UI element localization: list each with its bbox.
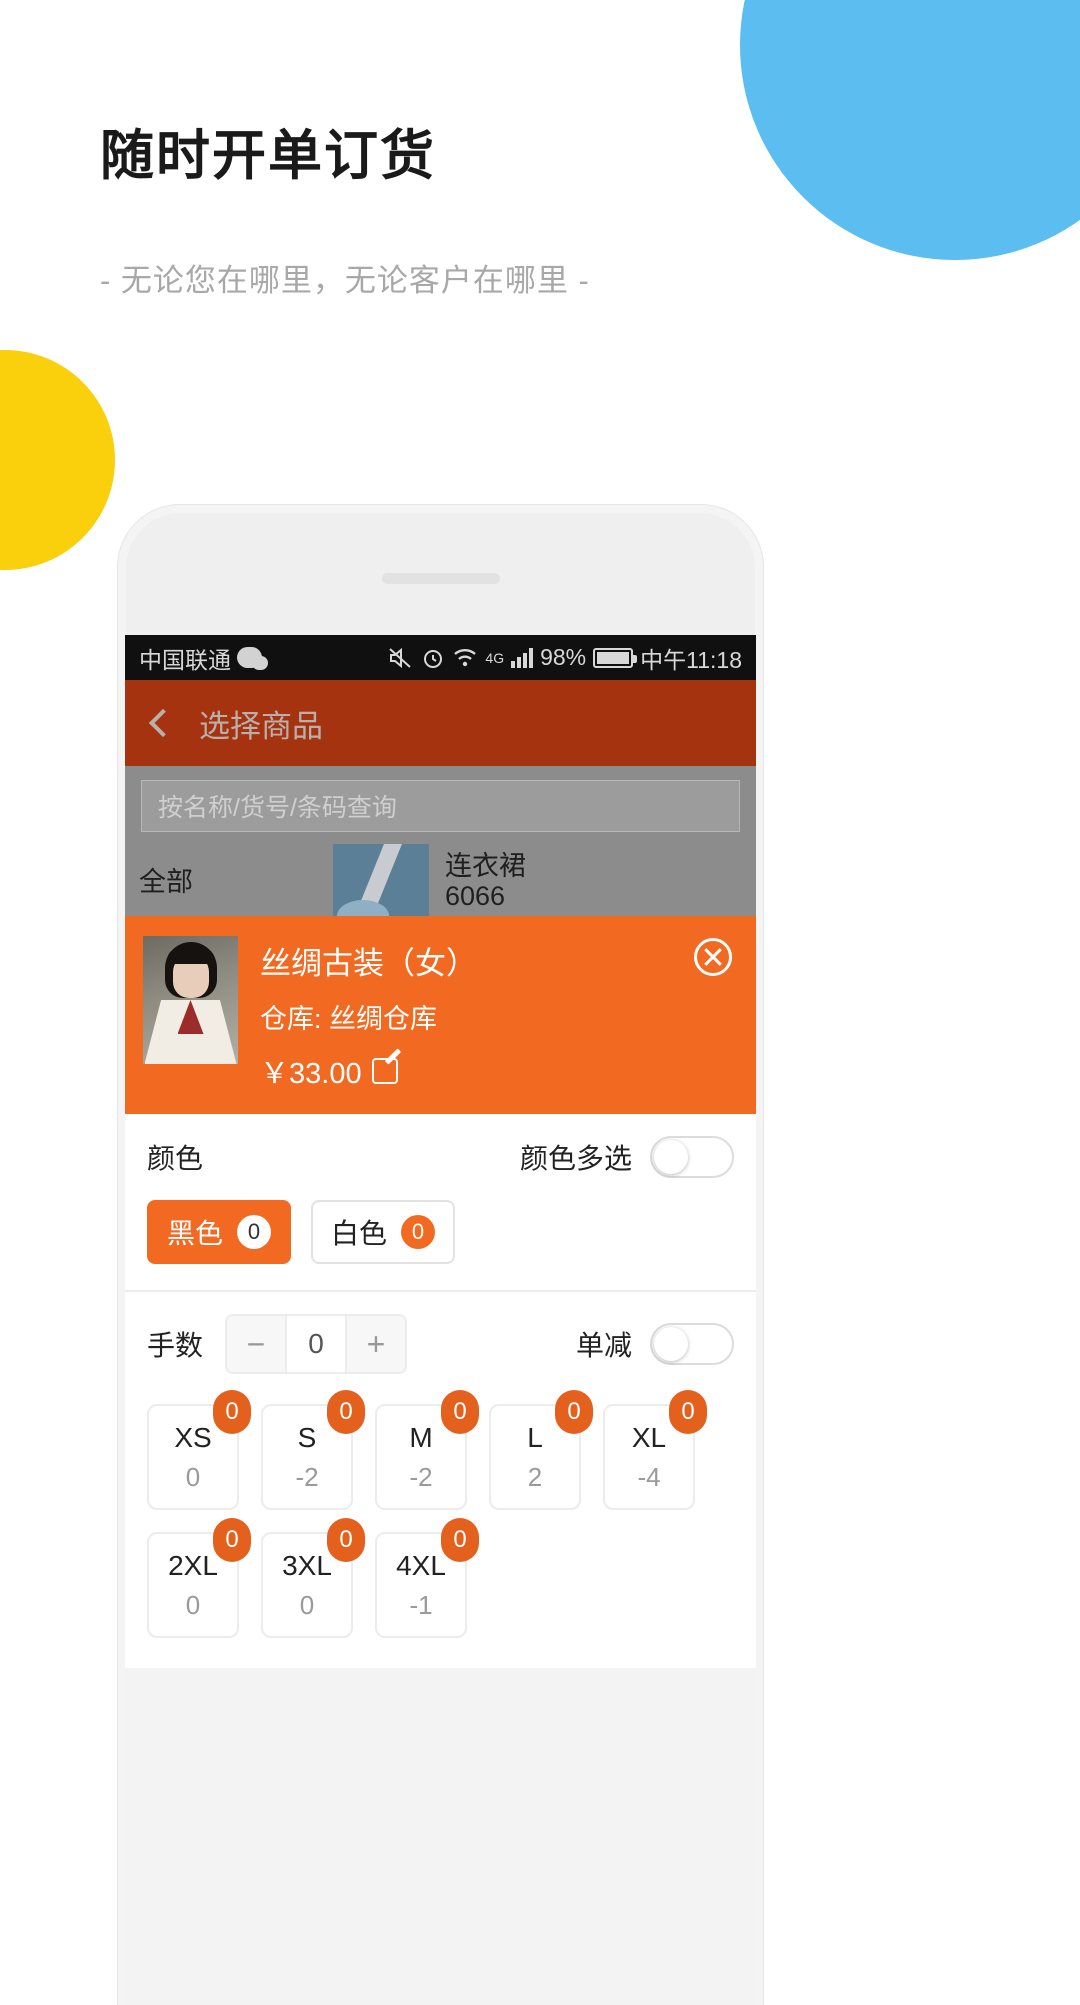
page-subheadline: - 无论您在哪里，无论客户在哪里 - <box>100 263 590 298</box>
clock-label: 中午11:18 <box>640 646 742 673</box>
product-list-strip: 全部 连衣裙 6066 <box>125 844 756 916</box>
product-name: 连衣裙 <box>445 851 526 881</box>
size-stock: 2 <box>527 1461 543 1492</box>
chevron-left-icon[interactable] <box>148 708 178 738</box>
search-placeholder: 按名称/货号/条码查询 <box>158 794 397 822</box>
color-multiselect-control: 颜色多选 <box>520 1136 734 1178</box>
status-bar: 中国联通 4G 98% 中午11:18 <box>125 635 756 680</box>
size-badge: 0 <box>669 1390 707 1434</box>
size-stock: -4 <box>637 1461 661 1492</box>
signal-bars-icon <box>511 647 534 668</box>
single-decrement-control: 单减 <box>576 1323 734 1365</box>
size-name: 3XL <box>282 1549 332 1581</box>
battery-icon <box>593 647 638 668</box>
color-header-row: 颜色 颜色多选 <box>125 1114 756 1186</box>
size-name: 4XL <box>396 1549 446 1581</box>
decorative-yellow-circle <box>0 350 115 570</box>
quantity-row: 手数 − 0 + 单减 <box>125 1292 756 1392</box>
pencil-icon[interactable] <box>371 1058 398 1084</box>
quantity-stepper: − 0 + <box>225 1314 408 1374</box>
size-name: M <box>409 1421 433 1453</box>
selected-product-info: 丝绸古装（女） 仓库: 丝绸仓库 ￥33.00 <box>260 936 738 1092</box>
single-decrement-label: 单减 <box>575 1330 632 1361</box>
color-label: 颜色 <box>147 1143 204 1174</box>
size-panel: 手数 − 0 + 单减 XS 0 0 S -2 0 M -2 0 L 2 0 X… <box>125 1290 756 1668</box>
selected-product-card[interactable]: 丝绸古装（女） 仓库: 丝绸仓库 ￥33.00 <box>125 916 756 1114</box>
size-stock: 0 <box>299 1589 315 1620</box>
size-stock: 0 <box>185 1461 201 1492</box>
color-panel: 颜色 颜色多选 黑色 0 白色 0 <box>125 1114 756 1290</box>
selected-product-price: ￥33.00 <box>260 1058 362 1090</box>
phone-mockup: 中国联通 4G 98% 中午11:18 选择商品 按名称/货号/条码查询 全部 … <box>118 505 763 2005</box>
size-stock: -1 <box>409 1589 433 1620</box>
network-type-label: 4G <box>485 649 505 666</box>
color-options: 黑色 0 白色 0 <box>125 1186 756 1290</box>
size-name: 2XL <box>168 1549 218 1581</box>
wechat-icon <box>237 647 268 670</box>
size-cell-xl[interactable]: XL -4 0 <box>603 1390 707 1510</box>
battery-percent-label: 98% <box>540 644 587 670</box>
status-bar-left: 中国联通 <box>139 641 268 675</box>
app-header: 选择商品 <box>125 680 756 766</box>
quantity-decrement-button[interactable]: − <box>227 1316 286 1372</box>
search-area: 按名称/货号/条码查询 <box>125 766 756 844</box>
size-cell-s[interactable]: S -2 0 <box>261 1390 365 1510</box>
category-item-all[interactable]: 全部 <box>125 844 333 916</box>
color-option-count: 0 <box>237 1215 272 1249</box>
selected-product-image <box>143 936 238 1064</box>
status-bar-right: 4G 98% 中午11:18 <box>388 641 742 675</box>
wifi-icon <box>452 647 478 669</box>
color-multiselect-label: 颜色多选 <box>519 1143 632 1174</box>
quantity-increment-button[interactable]: + <box>347 1316 406 1372</box>
size-badge: 0 <box>327 1390 365 1434</box>
quantity-value[interactable]: 0 <box>285 1316 348 1372</box>
size-badge: 0 <box>441 1518 479 1562</box>
close-circle-icon[interactable] <box>694 938 732 976</box>
color-option-white[interactable]: 白色 0 <box>311 1200 456 1264</box>
size-name: S <box>297 1421 317 1453</box>
selected-product-price-row: ￥33.00 <box>260 1050 738 1092</box>
size-cell-l[interactable]: L 2 0 <box>489 1390 593 1510</box>
carrier-label: 中国联通 <box>139 646 231 673</box>
single-decrement-toggle[interactable] <box>650 1323 734 1365</box>
mute-icon <box>388 647 414 669</box>
selected-product-warehouse: 仓库: 丝绸仓库 <box>260 1004 438 1034</box>
alarm-icon <box>421 646 445 670</box>
decorative-blue-circle <box>740 0 1080 260</box>
size-badge: 0 <box>213 1390 251 1434</box>
color-multiselect-toggle[interactable] <box>650 1136 734 1178</box>
page-headline: 随时开单订货 <box>100 126 436 186</box>
size-stock: 0 <box>185 1589 201 1620</box>
size-name: XL <box>631 1421 667 1453</box>
color-option-black[interactable]: 黑色 0 <box>147 1200 292 1264</box>
page-title: 选择商品 <box>199 708 323 744</box>
size-badge: 0 <box>441 1390 479 1434</box>
phone-speaker <box>381 573 500 584</box>
size-stock: -2 <box>409 1461 433 1492</box>
color-option-count: 0 <box>401 1215 436 1249</box>
size-cell-2xl[interactable]: 2XL 0 0 <box>147 1518 251 1638</box>
size-badge: 0 <box>555 1390 593 1434</box>
color-option-label: 黑色 <box>167 1218 224 1249</box>
quantity-label: 手数 <box>147 1330 204 1361</box>
size-cell-m[interactable]: M -2 0 <box>375 1390 479 1510</box>
size-stock: -2 <box>295 1461 319 1492</box>
size-name: L <box>527 1421 543 1453</box>
product-list-item[interactable]: 连衣裙 6066 <box>429 844 526 916</box>
color-option-label: 白色 <box>331 1218 388 1249</box>
product-code: 6066 <box>445 880 506 911</box>
size-badge: 0 <box>213 1518 251 1562</box>
selected-product-title: 丝绸古装（女） <box>260 946 477 981</box>
product-thumbnail-broken-image <box>333 844 429 916</box>
size-cell-3xl[interactable]: 3XL 0 0 <box>261 1518 365 1638</box>
size-cell-xs[interactable]: XS 0 0 <box>147 1390 251 1510</box>
phone-screen: 中国联通 4G 98% 中午11:18 选择商品 按名称/货号/条码查询 全部 … <box>125 635 756 2005</box>
size-cell-4xl[interactable]: 4XL -1 0 <box>375 1518 479 1638</box>
search-input[interactable]: 按名称/货号/条码查询 <box>141 780 740 832</box>
size-badge: 0 <box>327 1518 365 1562</box>
size-grid: XS 0 0 S -2 0 M -2 0 L2 0 XL -4 0 2XL 0 … <box>125 1390 756 1668</box>
size-name: XS <box>174 1421 212 1453</box>
